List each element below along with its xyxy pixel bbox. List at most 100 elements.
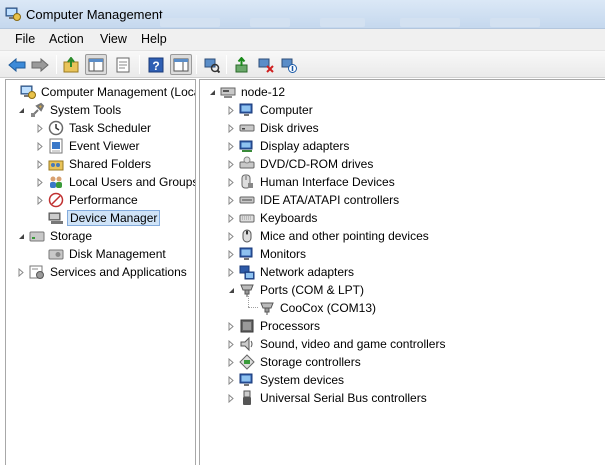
window-title: Computer Management — [26, 7, 163, 22]
console-tree-item[interactable]: Disk Management — [36, 245, 168, 263]
show-console-tree-button[interactable] — [85, 54, 107, 75]
expanded-arrow-icon[interactable] — [208, 88, 217, 97]
device-category[interactable]: Sound, video and game controllers — [227, 335, 447, 353]
tree-item-label: Storage controllers — [260, 355, 361, 369]
device-category[interactable]: System devices — [227, 371, 346, 389]
collapsed-arrow-icon[interactable] — [227, 159, 236, 169]
collapsed-arrow-icon[interactable] — [227, 249, 236, 259]
collapsed-arrow-icon[interactable] — [227, 177, 236, 187]
tree-item-label: IDE ATA/ATAPI controllers — [260, 193, 400, 207]
update-driver-icon — [235, 56, 248, 72]
tree-item-label: Network adapters — [260, 265, 355, 279]
device-category[interactable]: Network adapters — [227, 263, 356, 281]
menu-action[interactable]: Action — [47, 32, 86, 46]
help-button[interactable]: ? — [145, 54, 167, 75]
collapsed-arrow-icon[interactable] — [227, 357, 236, 367]
console-tree-item[interactable]: Event Viewer — [36, 137, 141, 155]
tree-item-label: Shared Folders — [69, 157, 152, 171]
console-tree[interactable]: Computer Management (Local System Tools Ta… — [5, 79, 196, 465]
collapsed-arrow-icon[interactable] — [227, 105, 236, 115]
tree-item-label: Monitors — [260, 247, 307, 261]
shared-folders-icon — [48, 160, 64, 171]
forward-icon — [31, 57, 49, 72]
console-tree-item[interactable]: Services and Applications — [17, 263, 189, 281]
collapsed-arrow-icon[interactable] — [227, 321, 236, 331]
collapsed-arrow-icon[interactable] — [227, 267, 236, 277]
forward-button[interactable] — [29, 54, 51, 75]
collapsed-arrow-icon[interactable] — [227, 339, 236, 349]
device-category[interactable]: Computer — [227, 101, 315, 119]
expanded-arrow-icon[interactable] — [17, 106, 26, 115]
console-tree-item[interactable]: Performance — [36, 191, 140, 209]
collapsed-arrow-icon[interactable] — [36, 177, 45, 187]
menu-file[interactable]: File — [13, 32, 37, 46]
users-icon — [50, 176, 62, 188]
tree-item-label: Ports (COM & LPT) — [260, 283, 365, 297]
console-tree-item[interactable]: Device Manager — [36, 209, 161, 227]
device-category[interactable]: Processors — [227, 317, 322, 335]
monitor-icon — [239, 247, 253, 260]
help-icon: ? — [148, 57, 164, 73]
console-tree-item[interactable]: Storage — [17, 227, 94, 245]
device-category[interactable]: Mice and other pointing devices — [227, 227, 431, 245]
uninstall-device-button[interactable] — [278, 54, 300, 75]
console-tree-item[interactable]: System Tools — [17, 101, 123, 119]
usb-icon — [243, 390, 251, 405]
tree-item-label: Universal Serial Bus controllers — [260, 391, 427, 405]
device-category[interactable]: Human Interface Devices — [227, 173, 397, 191]
console-tree-item[interactable]: Local Users and Groups — [36, 173, 196, 191]
up-button[interactable] — [61, 54, 83, 75]
menu-help[interactable]: Help — [139, 32, 169, 46]
device-item[interactable]: CooCox (COM13) — [259, 299, 378, 317]
back-button[interactable] — [6, 54, 28, 75]
collapsed-arrow-icon[interactable] — [36, 195, 45, 205]
collapsed-arrow-icon[interactable] — [227, 123, 236, 133]
tree-item-label: Local Users and Groups — [69, 175, 196, 189]
device-category[interactable]: Monitors — [227, 245, 308, 263]
console-tree-item[interactable]: Shared Folders — [36, 155, 153, 173]
device-category[interactable]: Disk drives — [227, 119, 321, 137]
device-category[interactable]: DVD/CD-ROM drives — [227, 155, 375, 173]
toolbar-separator — [56, 55, 57, 74]
device-category[interactable]: IDE ATA/ATAPI controllers — [227, 191, 401, 209]
monitor-icon — [239, 373, 253, 386]
properties-button[interactable] — [112, 54, 134, 75]
show-console-tree-icon — [88, 58, 104, 71]
svg-text:?: ? — [152, 59, 159, 73]
console-tree-item[interactable]: Task Scheduler — [36, 119, 153, 137]
expanded-arrow-icon[interactable] — [227, 286, 236, 295]
tree-item-label: Human Interface Devices — [260, 175, 395, 189]
device-tree-root[interactable]: node-12 — [208, 83, 287, 101]
expanded-arrow-icon[interactable] — [17, 232, 26, 241]
collapsed-arrow-icon[interactable] — [227, 195, 236, 205]
system-tools-icon — [31, 102, 45, 117]
tree-item-label: System devices — [260, 373, 345, 387]
collapsed-arrow-icon[interactable] — [227, 141, 236, 151]
device-category[interactable]: Keyboards — [227, 209, 319, 227]
show-action-pane-button[interactable] — [170, 54, 192, 75]
collapsed-arrow-icon[interactable] — [36, 159, 45, 169]
scan-hardware-icon — [204, 58, 220, 73]
clock-icon — [48, 120, 64, 136]
collapsed-arrow-icon[interactable] — [36, 123, 45, 133]
collapsed-arrow-icon[interactable] — [17, 267, 26, 277]
console-tree-item[interactable]: Computer Management (Local — [8, 83, 195, 101]
tree-item-label: Device Manager — [67, 210, 161, 226]
device-manager-icon — [48, 212, 63, 224]
disable-device-button[interactable] — [255, 54, 277, 75]
collapsed-arrow-icon[interactable] — [227, 393, 236, 403]
collapsed-arrow-icon[interactable] — [227, 375, 236, 385]
device-tree[interactable]: node-12 Computer Disk drives Display adapte… — [199, 79, 605, 465]
collapsed-arrow-icon[interactable] — [36, 141, 45, 151]
collapsed-arrow-icon[interactable] — [227, 213, 236, 223]
mouse-icon — [242, 229, 252, 243]
update-driver-button[interactable] — [231, 54, 253, 75]
menu-view[interactable]: View — [98, 32, 129, 46]
device-category[interactable]: Display adapters — [227, 137, 351, 155]
services-icon — [29, 265, 44, 279]
device-category[interactable]: Universal Serial Bus controllers — [227, 389, 429, 407]
scan-hardware-button[interactable] — [201, 54, 223, 75]
collapsed-arrow-icon[interactable] — [227, 231, 236, 241]
device-category[interactable]: Storage controllers — [227, 353, 363, 371]
